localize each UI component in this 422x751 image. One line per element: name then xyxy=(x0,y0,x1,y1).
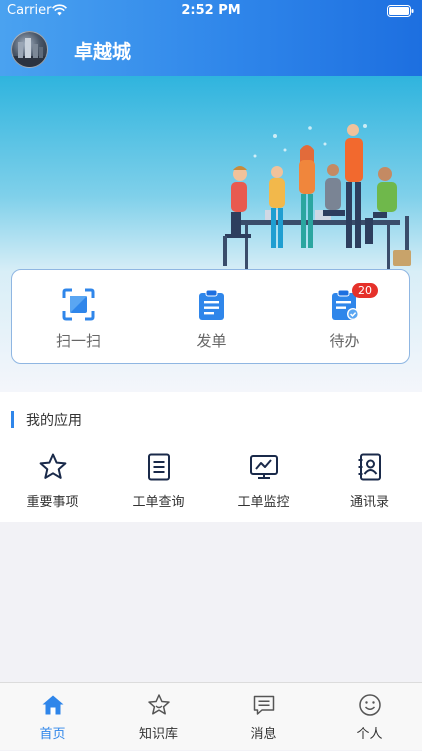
app-contacts[interactable]: 通讯录 xyxy=(317,452,422,512)
section-accent-bar xyxy=(11,411,14,428)
tab-label: 首页 xyxy=(39,727,66,742)
quick-action-scan[interactable]: 扫一扫 xyxy=(12,270,145,363)
tab-profile[interactable]: 个人 xyxy=(317,683,422,751)
quick-actions-card: 扫一扫 发单 20 待办 xyxy=(11,269,410,364)
message-icon xyxy=(253,695,275,715)
quick-action-dispatch[interactable]: 发单 xyxy=(145,270,278,363)
clock: 2:52 PM xyxy=(181,3,241,18)
quick-action-label: 扫一扫 xyxy=(55,332,101,350)
app-label: 工单查询 xyxy=(132,495,185,510)
page-title: 卓越城 xyxy=(74,41,132,63)
star-icon xyxy=(39,453,67,479)
app-ticket-query[interactable]: 工单查询 xyxy=(106,452,211,512)
todo-count-badge: 20 xyxy=(352,283,378,298)
tab-knowledge-base[interactable]: 知识库 xyxy=(106,683,211,751)
header: Carrier 2:52 PM 卓越城 xyxy=(0,0,422,76)
app-ticket-monitor[interactable]: 工单监控 xyxy=(211,452,316,512)
banner: 扫一扫 发单 20 待办 xyxy=(0,76,422,392)
app-label: 工单监控 xyxy=(237,495,290,510)
team-illustration xyxy=(223,124,411,270)
app-label: 通讯录 xyxy=(349,495,389,510)
smiley-icon xyxy=(359,694,381,716)
clipboard-icon xyxy=(199,289,224,320)
contacts-icon xyxy=(358,453,381,481)
quick-action-label: 发单 xyxy=(196,332,227,350)
app-important-items[interactable]: 重要事项 xyxy=(0,452,105,512)
bottom-tab-bar: 首页 知识库 消息 个人 xyxy=(0,682,422,750)
section-title: 我的应用 xyxy=(26,413,82,429)
quick-action-label: 待办 xyxy=(329,332,360,350)
document-list-icon xyxy=(148,453,170,481)
monitor-chart-icon xyxy=(250,455,278,479)
battery-icon xyxy=(387,5,414,17)
tab-messages[interactable]: 消息 xyxy=(211,683,316,751)
my-apps-section: 我的应用 重要事项 工单查询 工单监控 通讯录 xyxy=(0,392,422,522)
home-icon xyxy=(42,695,64,715)
star-outline-icon xyxy=(148,694,170,715)
avatar[interactable] xyxy=(11,31,48,68)
tab-home[interactable]: 首页 xyxy=(0,683,105,751)
quick-action-todo[interactable]: 20 待办 xyxy=(278,270,411,363)
tab-label: 消息 xyxy=(250,727,277,742)
status-bar: Carrier 2:52 PM xyxy=(0,0,422,22)
tab-label: 个人 xyxy=(356,727,383,742)
avatar-image xyxy=(12,38,47,67)
tab-label: 知识库 xyxy=(138,727,178,742)
app-label: 重要事项 xyxy=(26,495,79,510)
scan-icon xyxy=(62,288,95,321)
